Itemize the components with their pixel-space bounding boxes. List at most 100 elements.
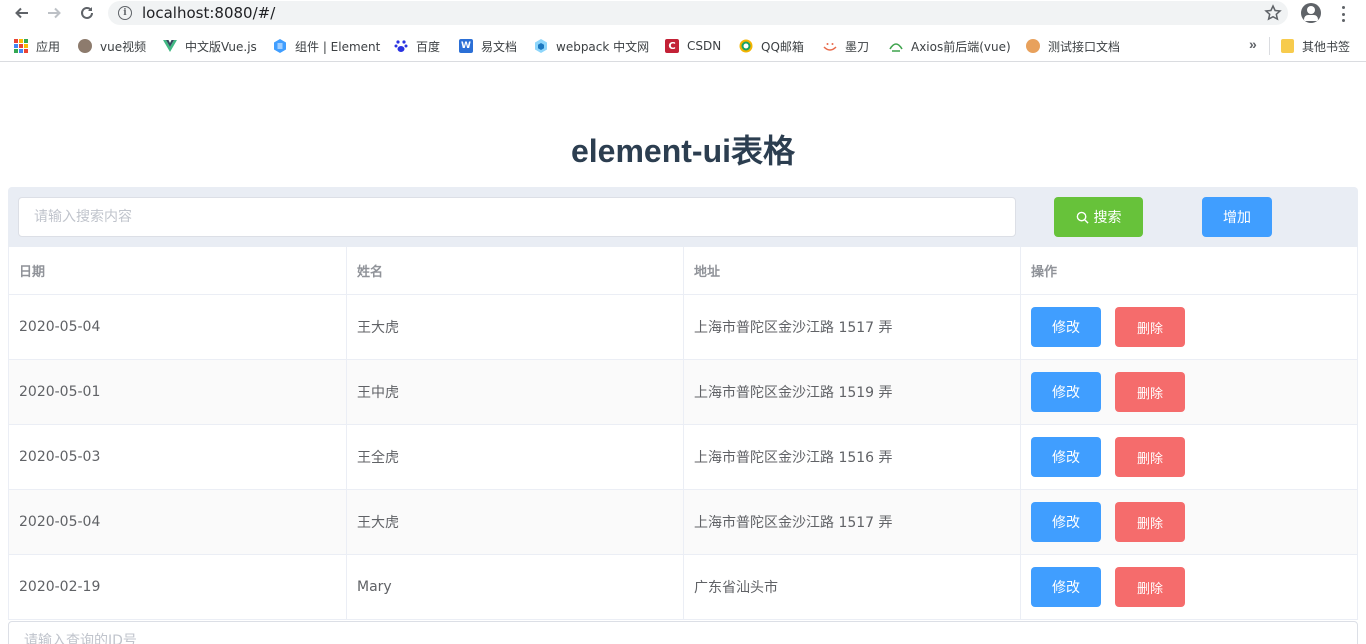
search-toolbar: 搜索 增加 bbox=[8, 187, 1358, 247]
forward-arrow-icon[interactable] bbox=[44, 3, 64, 23]
reload-icon[interactable] bbox=[77, 3, 97, 23]
header-date: 日期 bbox=[9, 247, 347, 294]
bookmark-vuejs[interactable]: 中文版Vue.js bbox=[163, 37, 257, 55]
data-table: 日期 姓名 地址 操作 2020-05-04 王大虎 上海市普陀区金沙江路 15… bbox=[8, 247, 1358, 620]
cell-name: Mary bbox=[347, 555, 684, 619]
bookmark-modao[interactable]: 墨刀 bbox=[823, 37, 869, 55]
cell-address: 上海市普陀区金沙江路 1519 弄 bbox=[684, 360, 1021, 424]
cell-actions: 修改 删除 bbox=[1021, 555, 1357, 619]
bookmark-apps[interactable]: 应用 bbox=[14, 37, 60, 55]
page-title: element-ui表格 bbox=[570, 133, 796, 169]
element-logo-icon bbox=[274, 39, 286, 53]
bookmark-label: 百度 bbox=[416, 39, 441, 54]
cell-date: 2020-05-01 bbox=[9, 360, 347, 424]
bookmark-label: 墨刀 bbox=[845, 39, 870, 54]
bookmark-label: vue视频 bbox=[100, 39, 147, 54]
bookmark-label: 易文档 bbox=[481, 39, 518, 54]
table-row: 2020-02-19 Mary 广东省汕头市 修改 删除 bbox=[9, 555, 1357, 620]
search-button-label: 搜索 bbox=[1093, 210, 1122, 226]
url-host: localhost bbox=[142, 4, 210, 22]
bookmark-label: webpack 中文网 bbox=[556, 39, 650, 54]
edit-button[interactable]: 修改 bbox=[1031, 307, 1101, 347]
cell-actions: 修改 删除 bbox=[1021, 295, 1357, 359]
doc-orange-icon bbox=[1026, 39, 1040, 53]
bookmark-label: 其他书签 bbox=[1302, 39, 1351, 54]
cell-date: 2020-02-19 bbox=[9, 555, 347, 619]
edit-button[interactable]: 修改 bbox=[1031, 502, 1101, 542]
edit-button[interactable]: 修改 bbox=[1031, 372, 1101, 412]
table-row: 2020-05-03 王全虎 上海市普陀区金沙江路 1516 弄 修改 删除 bbox=[9, 425, 1357, 490]
cell-name: 王全虎 bbox=[347, 425, 684, 489]
cell-address: 上海市普陀区金沙江路 1517 弄 bbox=[684, 490, 1021, 554]
bookmark-label: CSDN bbox=[687, 39, 722, 53]
cell-date: 2020-05-03 bbox=[9, 425, 347, 489]
bookmark-webpack[interactable]: webpack 中文网 bbox=[534, 37, 649, 55]
bookmark-baidu[interactable]: 百度 bbox=[394, 37, 440, 55]
bookmark-label: 测试接口文档 bbox=[1048, 39, 1121, 54]
bookmarks-divider bbox=[1269, 37, 1270, 55]
id-query-input[interactable] bbox=[8, 621, 1358, 644]
cell-name: 王大虎 bbox=[347, 490, 684, 554]
bookmark-qqmail[interactable]: QQ邮箱 bbox=[739, 37, 804, 55]
more-menu-icon[interactable] bbox=[1338, 5, 1348, 23]
edit-button[interactable]: 修改 bbox=[1031, 567, 1101, 607]
bookmark-label: QQ邮箱 bbox=[761, 39, 804, 54]
browser-toolbar: i localhost:8080/#/ bbox=[0, 0, 1366, 28]
bookmark-label: 应用 bbox=[36, 39, 61, 54]
avatar-photo-icon bbox=[78, 39, 92, 53]
bookmark-api-docs[interactable]: 测试接口文档 bbox=[1026, 37, 1120, 55]
cell-name: 王中虎 bbox=[347, 360, 684, 424]
csdn-logo-icon: C bbox=[665, 39, 679, 53]
apps-grid-icon bbox=[14, 39, 28, 53]
cell-date: 2020-05-04 bbox=[9, 490, 347, 554]
cell-date: 2020-05-04 bbox=[9, 295, 347, 359]
table-row: 2020-05-01 王中虎 上海市普陀区金沙江路 1519 弄 修改 删除 bbox=[9, 360, 1357, 425]
table-row: 2020-05-04 王大虎 上海市普陀区金沙江路 1517 弄 修改 删除 bbox=[9, 490, 1357, 555]
search-input[interactable] bbox=[18, 197, 1016, 237]
modao-icon bbox=[823, 43, 837, 51]
bookmark-axios[interactable]: Axios前后端(vue) bbox=[889, 37, 1011, 55]
cell-actions: 修改 删除 bbox=[1021, 360, 1357, 424]
cell-address: 广东省汕头市 bbox=[684, 555, 1021, 619]
url-text: localhost:8080/#/ bbox=[142, 4, 275, 22]
bookmark-label: Axios前后端(vue) bbox=[911, 39, 1011, 54]
cell-actions: 修改 删除 bbox=[1021, 425, 1357, 489]
cell-name: 王大虎 bbox=[347, 295, 684, 359]
word-doc-icon: W bbox=[459, 39, 473, 53]
webpack-cube-icon bbox=[535, 39, 547, 53]
cell-address: 上海市普陀区金沙江路 1517 弄 bbox=[684, 295, 1021, 359]
address-bar[interactable]: i localhost:8080/#/ bbox=[108, 1, 1288, 25]
delete-button[interactable]: 删除 bbox=[1115, 307, 1185, 347]
bookmark-other-folder[interactable]: 其他书签 bbox=[1281, 37, 1350, 55]
bookmark-yiwendang[interactable]: W 易文档 bbox=[459, 37, 517, 55]
bookmark-label: 组件 | Element bbox=[295, 39, 381, 54]
header-actions: 操作 bbox=[1031, 265, 1058, 280]
baidu-paw-icon bbox=[394, 40, 408, 52]
add-button[interactable]: 增加 bbox=[1202, 197, 1272, 237]
info-icon[interactable]: i bbox=[118, 6, 132, 20]
bookmark-csdn[interactable]: C CSDN bbox=[665, 37, 721, 55]
profile-avatar-icon[interactable] bbox=[1301, 3, 1321, 23]
table-header-row: 日期 姓名 地址 操作 bbox=[9, 247, 1357, 295]
search-button[interactable]: 搜索 bbox=[1054, 197, 1143, 237]
delete-button[interactable]: 删除 bbox=[1115, 372, 1185, 412]
edit-button[interactable]: 修改 bbox=[1031, 437, 1101, 477]
axios-icon bbox=[889, 43, 903, 52]
back-arrow-icon[interactable] bbox=[12, 3, 32, 23]
vue-logo-icon bbox=[163, 40, 177, 52]
cell-actions: 修改 删除 bbox=[1021, 490, 1357, 554]
folder-icon bbox=[1281, 39, 1294, 53]
delete-button[interactable]: 删除 bbox=[1115, 502, 1185, 542]
bookmark-vue-video[interactable]: vue视频 bbox=[78, 37, 146, 55]
search-icon bbox=[1076, 211, 1089, 224]
table-row: 2020-05-04 王大虎 上海市普陀区金沙江路 1517 弄 修改 删除 bbox=[9, 295, 1357, 360]
bookmark-star-icon[interactable] bbox=[1264, 4, 1282, 22]
header-address: 地址 bbox=[684, 247, 1021, 294]
bookmarks-more-icon[interactable]: » bbox=[1249, 36, 1257, 52]
bookmark-label: 中文版Vue.js bbox=[185, 39, 257, 54]
delete-button[interactable]: 删除 bbox=[1115, 437, 1185, 477]
bookmark-element[interactable]: 组件 | Element bbox=[273, 37, 380, 55]
header-name: 姓名 bbox=[347, 247, 684, 294]
delete-button[interactable]: 删除 bbox=[1115, 567, 1185, 607]
bookmarks-bar: 应用 vue视频 中文版Vue.js 组件 | Element 百度 W 易文档… bbox=[0, 30, 1366, 62]
